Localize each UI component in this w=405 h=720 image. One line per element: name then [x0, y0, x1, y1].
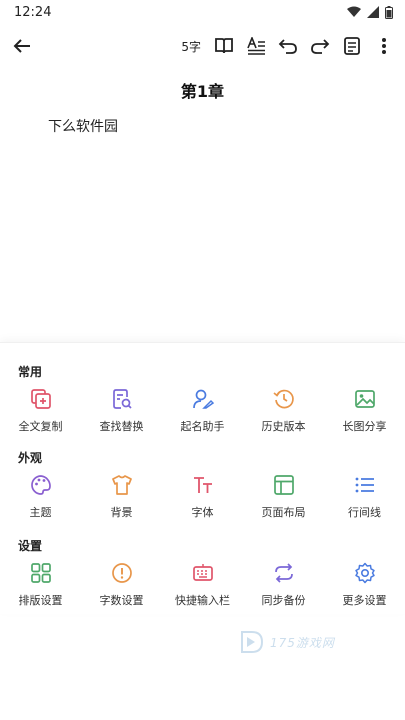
copy-icon — [30, 389, 51, 409]
shirt-icon — [111, 475, 132, 495]
note-icon — [344, 37, 360, 55]
line-spacing-button[interactable]: 行间线 — [324, 473, 405, 520]
back-arrow-icon — [13, 39, 30, 53]
word-count-settings-label: 字数设置 — [99, 594, 144, 607]
word-count: 5字 — [181, 39, 201, 54]
watermark: 175游戏网 — [238, 628, 335, 656]
image-share-button[interactable]: 长图分享 — [324, 387, 405, 434]
settings-tools-row: 排版设置 字数设置 快捷输入栏 同步备份 更多设置 — [0, 561, 405, 608]
font-button[interactable]: 字体 — [162, 473, 243, 520]
watermark-text: 175游戏网 — [270, 635, 335, 650]
chapter-title[interactable]: 第1章 — [0, 78, 405, 102]
typesetting-settings-label: 排版设置 — [18, 594, 63, 607]
history-button[interactable]: 历史版本 — [243, 387, 324, 434]
common-tools-row: 全文复制 查找替换 起名助手 历史版本 长图分享 — [0, 387, 405, 434]
find-replace-button[interactable]: 查找替换 — [81, 387, 162, 434]
background-button[interactable]: 背景 — [81, 473, 162, 520]
copy-all-button[interactable]: 全文复制 — [0, 387, 81, 434]
editor-toolbar: 5字 — [0, 28, 405, 64]
search-doc-icon — [112, 389, 132, 409]
page-layout-label: 页面布局 — [261, 506, 306, 519]
font-label: 字体 — [191, 506, 214, 519]
chapter-body[interactable]: 下么软件园 — [48, 116, 118, 136]
palette-icon — [30, 475, 51, 495]
sync-backup-button[interactable]: 同步备份 — [243, 561, 324, 608]
name-assistant-icon — [192, 389, 214, 409]
appearance-tools-row: 主题 背景 字体 页面布局 行间线 — [0, 473, 405, 520]
more-settings-button[interactable]: 更多设置 — [324, 561, 405, 608]
status-time: 12:24 — [14, 4, 52, 20]
copy-all-label: 全文复制 — [18, 420, 63, 433]
name-assistant-button[interactable]: 起名助手 — [162, 387, 243, 434]
section-title-appearance: 外观 — [18, 451, 43, 465]
typesetting-settings-button[interactable]: 排版设置 — [0, 561, 81, 608]
line-spacing-label: 行间线 — [348, 506, 381, 519]
text-format-icon — [247, 37, 265, 55]
redo-button[interactable] — [307, 33, 333, 59]
wifi-icon — [347, 6, 361, 17]
name-assistant-label: 起名助手 — [180, 420, 225, 433]
theme-button[interactable]: 主题 — [0, 473, 81, 520]
sync-icon — [274, 563, 293, 583]
more-button[interactable] — [371, 33, 397, 59]
gear-icon — [354, 562, 375, 584]
word-count-settings-button[interactable]: 字数设置 — [81, 561, 162, 608]
undo-button[interactable] — [275, 33, 301, 59]
status-icons — [347, 5, 393, 19]
history-icon — [272, 389, 294, 409]
quick-input-bar-label: 快捷输入栏 — [175, 594, 230, 607]
find-replace-label: 查找替换 — [99, 420, 144, 433]
page-layout-button[interactable]: 页面布局 — [243, 473, 324, 520]
section-title-common: 常用 — [18, 365, 43, 379]
toolbar-actions: 5字 — [181, 33, 397, 59]
more-vert-icon — [382, 38, 386, 54]
theme-label: 主题 — [29, 506, 52, 519]
book-button[interactable] — [211, 33, 237, 59]
image-share-label: 长图分享 — [342, 420, 387, 433]
battery-icon — [385, 5, 393, 19]
watermark-logo-icon — [241, 631, 264, 653]
signal-icon — [367, 6, 379, 18]
font-icon — [193, 477, 212, 493]
line-spacing-icon — [355, 477, 374, 493]
more-settings-label: 更多设置 — [342, 594, 387, 607]
back-button[interactable] — [8, 32, 36, 60]
tools-panel: 常用 全文复制 查找替换 起名助手 历史版本 长图分享 外观 主题 背景 字体 … — [0, 342, 405, 614]
quick-input-bar-button[interactable]: 快捷输入栏 — [162, 561, 243, 608]
alert-circle-icon — [111, 563, 132, 583]
status-bar: 12:24 — [0, 0, 405, 24]
background-label: 背景 — [110, 506, 133, 519]
section-title-settings: 设置 — [18, 539, 43, 553]
book-icon — [215, 38, 233, 54]
keyboard-icon — [192, 564, 213, 581]
text-format-button[interactable] — [243, 33, 269, 59]
history-label: 历史版本 — [261, 420, 306, 433]
grid-layout-icon — [30, 563, 51, 583]
image-share-icon — [354, 390, 375, 408]
sync-backup-label: 同步备份 — [261, 594, 306, 607]
undo-icon — [278, 39, 297, 54]
redo-icon — [311, 39, 330, 54]
layout-icon — [273, 475, 294, 495]
note-button[interactable] — [339, 33, 365, 59]
